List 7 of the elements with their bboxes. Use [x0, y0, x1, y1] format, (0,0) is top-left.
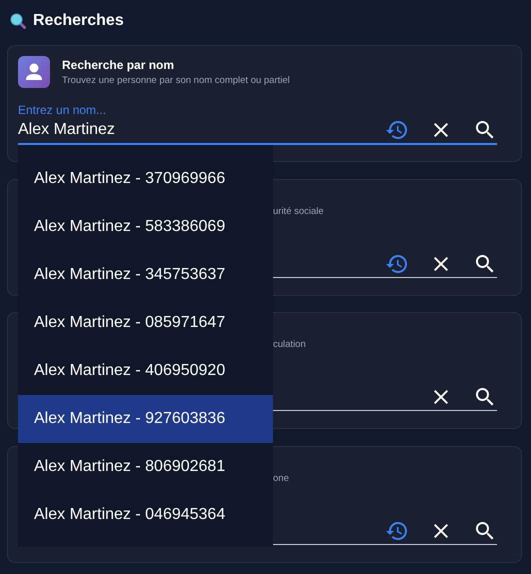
card-subtitle: urité sociale [273, 206, 324, 216]
card-subtitle: culation [273, 338, 306, 350]
card-title: Recherche par nom [62, 58, 176, 72]
page-title: Recherches [33, 12, 124, 30]
card-subtitle: Trouvez une personne par son nom complet ou partiel [62, 75, 290, 86]
field-label: Entrez un nom... [18, 103, 108, 117]
card-subtitle: one [273, 472, 289, 484]
